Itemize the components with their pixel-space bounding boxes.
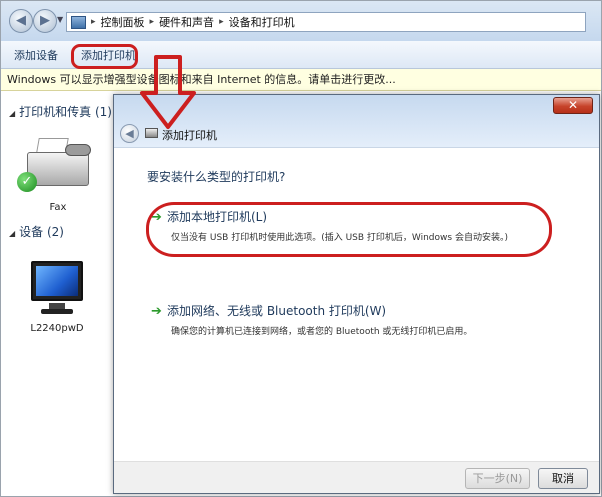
control-panel-icon bbox=[71, 15, 86, 29]
highlight-oval bbox=[146, 202, 552, 257]
breadcrumb-separator-icon: ▸ bbox=[91, 17, 96, 27]
monitor-screen-shape bbox=[31, 261, 83, 301]
option-description: 确保您的计算机已连接到网络，或者您的 Bluetooth 或无线打印机已启用。 bbox=[171, 327, 473, 337]
check-icon: ✓ bbox=[17, 172, 37, 192]
cancel-button[interactable]: 取消 bbox=[538, 468, 588, 489]
device-label-monitor[interactable]: L2240pwD bbox=[26, 323, 88, 334]
down-arrow-icon bbox=[140, 55, 196, 129]
option-title[interactable]: 添加网络、无线或 Bluetooth 打印机(W) bbox=[167, 304, 386, 318]
collapse-triangle-icon: ◢ bbox=[9, 109, 16, 118]
group-label: 设备 (2) bbox=[19, 225, 64, 239]
group-header-devices[interactable]: ◢ 设备 (2) bbox=[9, 223, 64, 240]
option-add-network-printer[interactable]: ➔ 添加网络、无线或 Bluetooth 打印机(W) 确保您的计算机已连接到网络… bbox=[151, 302, 472, 337]
highlight-ring bbox=[71, 44, 138, 69]
green-arrow-icon: ➔ bbox=[151, 304, 162, 319]
next-button[interactable]: 下一步(N) bbox=[465, 468, 530, 489]
breadcrumb-control-panel[interactable]: 控制面板 bbox=[101, 14, 145, 30]
collapse-triangle-icon: ◢ bbox=[9, 229, 16, 238]
address-bar[interactable]: ▸ 控制面板 ▸ 硬件和声音 ▸ 设备和打印机 bbox=[66, 12, 586, 32]
breadcrumb-hardware-sound[interactable]: 硬件和声音 bbox=[159, 14, 214, 30]
breadcrumb-devices-printers[interactable]: 设备和打印机 bbox=[229, 14, 295, 30]
add-printer-dialog: ✕ ◀ 添加打印机 要安装什么类型的打印机? ➔ 添加本地打印机(L) 仅当没有 … bbox=[113, 94, 600, 494]
back-button[interactable]: ◀ bbox=[9, 9, 33, 33]
fax-icon[interactable]: ✓ bbox=[17, 136, 93, 196]
info-bar[interactable]: Windows 可以显示增强型设备图标和来自 Internet 的信息。请单击进… bbox=[1, 69, 601, 91]
group-label: 打印机和传真 (1) bbox=[19, 105, 112, 119]
add-device-button[interactable]: 添加设备 bbox=[14, 47, 58, 63]
recent-pages-dropdown-icon[interactable]: ▼ bbox=[57, 15, 65, 25]
device-label-fax[interactable]: Fax bbox=[45, 202, 71, 213]
group-header-printers[interactable]: ◢ 打印机和传真 (1) bbox=[9, 103, 112, 120]
dialog-footer: 下一步(N) 取消 bbox=[114, 461, 599, 493]
breadcrumb-separator-icon: ▸ bbox=[149, 17, 155, 27]
monitor-icon[interactable] bbox=[27, 259, 87, 317]
breadcrumb-separator-icon: ▸ bbox=[219, 17, 224, 27]
monitor-base-shape bbox=[41, 309, 73, 314]
dialog-question: 要安装什么类型的打印机? bbox=[147, 170, 286, 184]
forward-button[interactable]: ▶ bbox=[33, 9, 57, 33]
dialog-back-button[interactable]: ◀ bbox=[120, 124, 139, 143]
close-button[interactable]: ✕ bbox=[553, 97, 593, 114]
title-bar: ◀ ▶ ▼ ▸ 控制面板 ▸ 硬件和声音 ▸ 设备和打印机 bbox=[1, 1, 601, 41]
fax-handset-shape bbox=[65, 144, 91, 156]
